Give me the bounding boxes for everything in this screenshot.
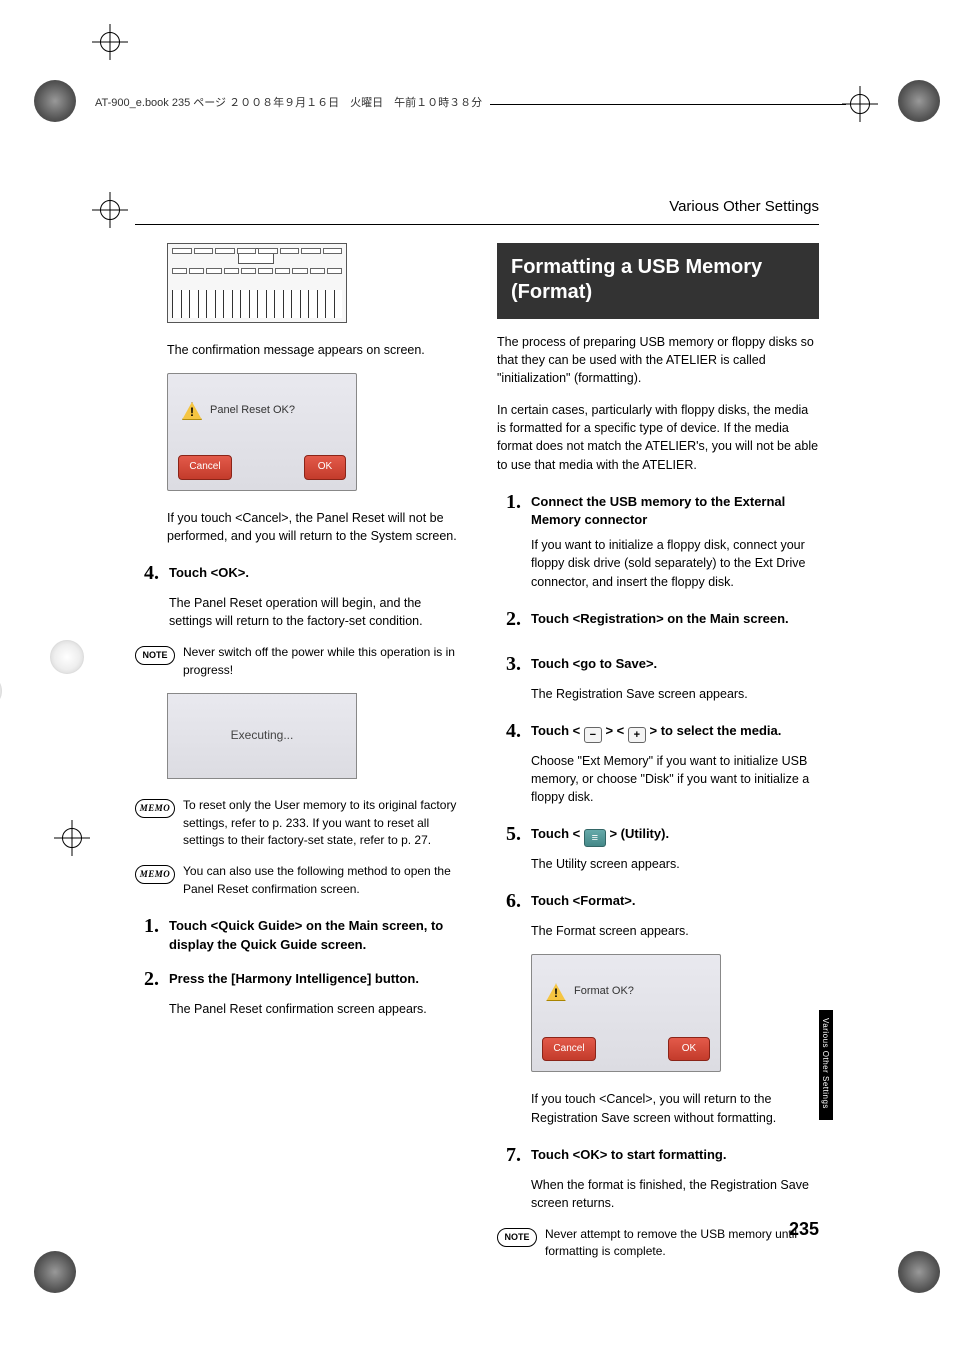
step-title: Touch <OK>. [169, 564, 249, 588]
step-number: 2. [135, 965, 159, 994]
cancel-button[interactable]: Cancel [178, 455, 232, 480]
step-number: 1. [135, 912, 159, 955]
step-4: 4. Touch <OK>. [135, 559, 457, 588]
horizontal-rule [135, 224, 819, 225]
warning-icon [546, 983, 566, 1001]
confirmation-text: The confirmation message appears on scre… [167, 341, 457, 359]
note-text: Never switch off the power while this op… [183, 644, 457, 679]
print-corner-mark [34, 1251, 76, 1293]
ok-button[interactable]: OK [304, 455, 346, 480]
registration-mark-icon [58, 824, 86, 852]
intro-paragraph: The process of preparing USB memory or f… [497, 333, 819, 387]
step-title: Touch <Format>. [531, 892, 636, 916]
dialog-message: Format OK? [574, 984, 634, 1000]
right-column: Formatting a USB Memory (Format) The pro… [497, 243, 819, 1275]
memo-text: You can also use the following method to… [183, 863, 457, 898]
step-body: If you want to initialize a floppy disk,… [531, 536, 819, 590]
step-number: 4. [135, 559, 159, 588]
executing-text: Executing... [231, 727, 294, 744]
step-body: The Panel Reset confirmation screen appe… [169, 1000, 457, 1018]
step-title: Touch < > (Utility). [531, 825, 669, 849]
step-body: The Utility screen appears. [531, 855, 819, 873]
print-corner-mark [34, 80, 76, 122]
note-badge: NOTE [497, 1228, 537, 1247]
page-content: Various Other Settings The confirmation … [135, 140, 819, 1230]
step-1b: 1. Touch <Quick Guide> on the Main scree… [135, 912, 457, 955]
utility-key-icon [584, 829, 606, 847]
step-title: Touch < − > < + > to select the media. [531, 722, 781, 746]
executing-dialog: Executing... [167, 693, 357, 779]
step-2: 2. Touch <Registration> on the Main scre… [497, 605, 819, 634]
keyboard-illustration [167, 243, 347, 323]
registration-mark-icon [96, 196, 124, 224]
step-body: Choose "Ext Memory" if you want to initi… [531, 752, 819, 806]
memo-badge: MEMO [135, 799, 175, 818]
step-body: The Panel Reset operation will begin, an… [169, 594, 457, 630]
memo-text: To reset only the User memory to its ori… [183, 797, 457, 849]
note-badge: NOTE [135, 646, 175, 665]
step-title: Touch <go to Save>. [531, 655, 657, 679]
cancel-explanation: If you touch <Cancel>, you will return t… [531, 1090, 819, 1126]
registration-mark-icon [96, 28, 124, 56]
panel-reset-dialog: Panel Reset OK? Cancel OK [167, 373, 357, 491]
cancel-explanation: If you touch <Cancel>, the Panel Reset w… [167, 509, 457, 545]
step-title: Connect the USB memory to the External M… [531, 493, 819, 531]
step-7: 7. Touch <OK> to start formatting. [497, 1141, 819, 1170]
ok-button[interactable]: OK [668, 1037, 710, 1062]
step-title: Touch <Registration> on the Main screen. [531, 610, 789, 634]
step-6: 6. Touch <Format>. [497, 887, 819, 916]
step-number: 7. [497, 1141, 521, 1170]
section-title: Various Other Settings [135, 196, 819, 218]
print-corner-mark [898, 1251, 940, 1293]
step-5: 5. Touch < > (Utility). [497, 820, 819, 849]
warning-icon [182, 402, 202, 420]
book-header: AT-900_e.book 235 ページ ２００８年９月１６日 火曜日 午前１… [95, 94, 864, 114]
step-4r: 4. Touch < − > < + > to select the media… [497, 717, 819, 746]
note-text: Never attempt to remove the USB memory u… [545, 1226, 819, 1261]
minus-key-icon: − [584, 727, 602, 743]
print-side-mark [0, 674, 2, 708]
step-number: 3. [497, 650, 521, 679]
step-body: The Registration Save screen appears. [531, 685, 819, 703]
print-corner-mark [898, 80, 940, 122]
memo-badge: MEMO [135, 865, 175, 884]
section-title-row: Various Other Settings [135, 196, 819, 225]
feature-heading: Formatting a USB Memory (Format) [497, 243, 819, 319]
dialog-message: Panel Reset OK? [210, 403, 295, 419]
step-3: 3. Touch <go to Save>. [497, 650, 819, 679]
intro-paragraph: In certain cases, particularly with flop… [497, 401, 819, 474]
step-title: Press the [Harmony Intelligence] button. [169, 970, 419, 994]
step-number: 6. [497, 887, 521, 916]
book-header-text: AT-900_e.book 235 ページ ２００８年９月１６日 火曜日 午前１… [95, 96, 490, 112]
step-2b: 2. Press the [Harmony Intelligence] butt… [135, 965, 457, 994]
plus-key-icon: + [628, 727, 646, 743]
step-number: 1. [497, 488, 521, 531]
step-title: Touch <Quick Guide> on the Main screen, … [169, 917, 457, 955]
step-number: 2. [497, 605, 521, 634]
step-1: 1. Connect the USB memory to the Externa… [497, 488, 819, 531]
step-number: 4. [497, 717, 521, 746]
step-title: Touch <OK> to start formatting. [531, 1146, 727, 1170]
format-dialog: Format OK? Cancel OK [531, 954, 721, 1072]
print-side-mark [50, 640, 84, 674]
left-column: The confirmation message appears on scre… [135, 243, 457, 1275]
step-body: The Format screen appears. [531, 922, 819, 940]
cancel-button[interactable]: Cancel [542, 1037, 596, 1062]
page-number: 235 [789, 1216, 819, 1242]
side-tab-label: Various Other Settings [819, 1018, 831, 1109]
step-number: 5. [497, 820, 521, 849]
step-body: When the format is finished, the Registr… [531, 1176, 819, 1212]
